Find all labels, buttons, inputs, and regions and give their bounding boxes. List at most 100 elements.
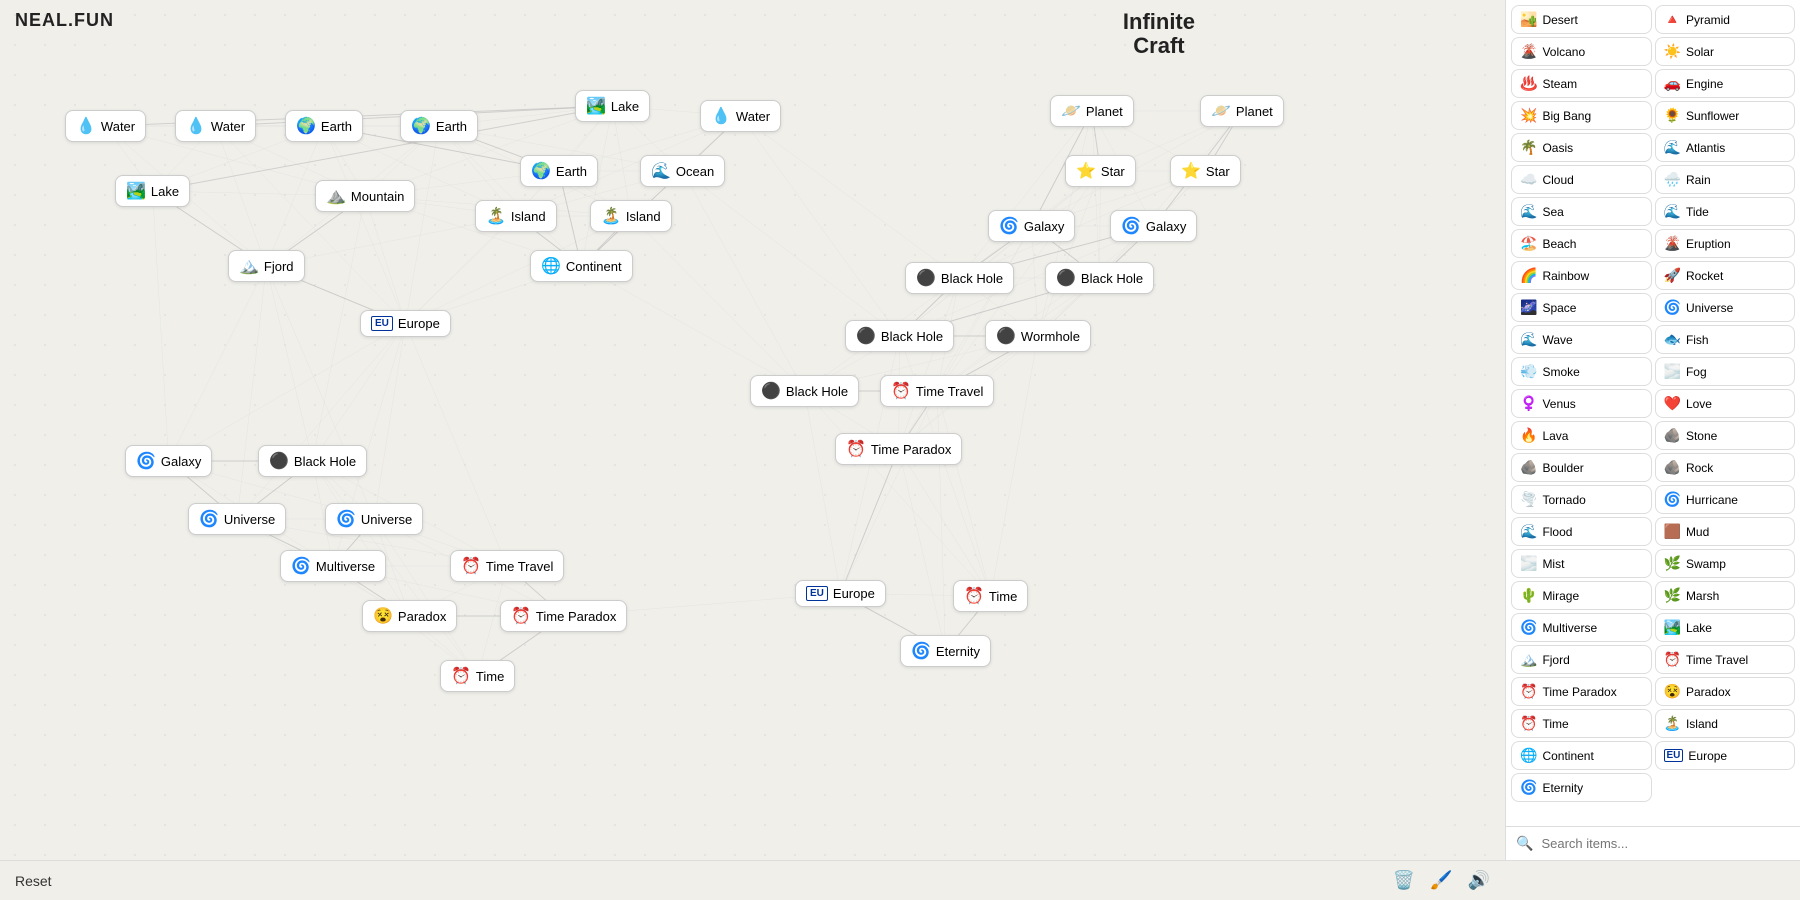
sidebar-item[interactable]: 💥Big Bang	[1511, 101, 1652, 130]
sidebar-item[interactable]: 🏜️Desert	[1511, 5, 1652, 34]
sidebar-item[interactable]: 🌿Swamp	[1655, 549, 1796, 578]
craft-node[interactable]: 🌀Universe	[188, 503, 286, 535]
sidebar-item[interactable]: 🌊Sea	[1511, 197, 1652, 226]
craft-node[interactable]: 🏔️Fjord	[228, 250, 305, 282]
craft-node[interactable]: ⚫Black Hole	[750, 375, 859, 407]
brush-icon[interactable]: 🖌️	[1430, 870, 1452, 891]
craft-node[interactable]: ⭐Star	[1170, 155, 1241, 187]
craft-node[interactable]: 💧Water	[65, 110, 146, 142]
sidebar-item[interactable]: 🏔️Fjord	[1511, 645, 1652, 674]
craft-node[interactable]: ⏰Time Paradox	[835, 433, 962, 465]
craft-node[interactable]: 🌀Galaxy	[988, 210, 1075, 242]
sidebar-item[interactable]: ☁️Cloud	[1511, 165, 1652, 194]
craft-node[interactable]: ⚫Wormhole	[985, 320, 1091, 352]
craft-node[interactable]: ⚫Black Hole	[905, 262, 1014, 294]
craft-node[interactable]: 💧Water	[700, 100, 781, 132]
craft-node[interactable]: ⏰Time	[953, 580, 1028, 612]
sidebar-item[interactable]: EUEurope	[1655, 741, 1796, 770]
craft-node[interactable]: 🌍Earth	[285, 110, 363, 142]
sidebar-item[interactable]: ♨️Steam	[1511, 69, 1652, 98]
craft-node[interactable]: 🌀Eternity	[900, 635, 991, 667]
sidebar-item[interactable]: 🪨Boulder	[1511, 453, 1652, 482]
craft-node[interactable]: 🌀Galaxy	[125, 445, 212, 477]
craft-canvas[interactable]: NEAL.FUN InfiniteCraft 💧Water💧Water🌍Eart…	[0, 0, 1505, 860]
craft-node[interactable]: ⚫Black Hole	[1045, 262, 1154, 294]
craft-node[interactable]: ⚫Black Hole	[258, 445, 367, 477]
sidebar-item[interactable]: 🌪️Tornado	[1511, 485, 1652, 514]
sidebar-item[interactable]: 🌵Mirage	[1511, 581, 1652, 610]
sidebar-item[interactable]: 💨Smoke	[1511, 357, 1652, 386]
item-icon: 🌀	[1664, 491, 1681, 508]
sidebar-item[interactable]: 🏞️Lake	[1655, 613, 1796, 642]
craft-node[interactable]: ⛰️Mountain	[315, 180, 415, 212]
sidebar-item[interactable]: 🌀Universe	[1655, 293, 1796, 322]
craft-node[interactable]: 🌀Universe	[325, 503, 423, 535]
craft-node[interactable]: 🌍Earth	[520, 155, 598, 187]
sidebar-item[interactable]: 😵Paradox	[1655, 677, 1796, 706]
sidebar-item[interactable]: 🌿Marsh	[1655, 581, 1796, 610]
sidebar-item[interactable]: ⏰Time Paradox	[1511, 677, 1652, 706]
trash-icon[interactable]: 🗑️	[1393, 870, 1415, 891]
craft-node[interactable]: ⏰Time Travel	[880, 375, 994, 407]
craft-node[interactable]: ⏰Time	[440, 660, 515, 692]
sidebar-item[interactable]: 🌊Wave	[1511, 325, 1652, 354]
sidebar-item[interactable]: 🏖️Beach	[1511, 229, 1652, 258]
sidebar-item[interactable]: 🌫️Fog	[1655, 357, 1796, 386]
sidebar-item[interactable]: 🐟Fish	[1655, 325, 1796, 354]
craft-node[interactable]: 😵Paradox	[362, 600, 457, 632]
sidebar-item[interactable]: 🌀Hurricane	[1655, 485, 1796, 514]
sidebar-item[interactable]: 🔺Pyramid	[1655, 5, 1796, 34]
craft-node[interactable]: ⚫Black Hole	[845, 320, 954, 352]
craft-node[interactable]: 🏝️Island	[590, 200, 672, 232]
craft-node[interactable]: 💧Water	[175, 110, 256, 142]
sidebar-item[interactable]: 🚀Rocket	[1655, 261, 1796, 290]
craft-node[interactable]: 🪐Planet	[1200, 95, 1284, 127]
sidebar-item[interactable]: 🌀Multiverse	[1511, 613, 1652, 642]
craft-node[interactable]: 🌍Earth	[400, 110, 478, 142]
craft-node[interactable]: 🏞️Lake	[115, 175, 190, 207]
sidebar-item[interactable]: 🪨Stone	[1655, 421, 1796, 450]
sidebar-item[interactable]: 🌊Atlantis	[1655, 133, 1796, 162]
sidebar-item[interactable]: 🚗Engine	[1655, 69, 1796, 98]
sidebar-item[interactable]: 🌋Eruption	[1655, 229, 1796, 258]
craft-node[interactable]: 🌀Galaxy	[1110, 210, 1197, 242]
craft-node[interactable]: ⏰Time Travel	[450, 550, 564, 582]
craft-node[interactable]: EUEurope	[795, 580, 886, 607]
craft-node[interactable]: 🌀Multiverse	[280, 550, 386, 582]
sidebar-item[interactable]: 🌴Oasis	[1511, 133, 1652, 162]
sidebar-item[interactable]: ❤️Love	[1655, 389, 1796, 418]
sidebar-item[interactable]: 🟫Mud	[1655, 517, 1796, 546]
reset-button[interactable]: Reset	[15, 873, 52, 889]
craft-node[interactable]: 🌊Ocean	[640, 155, 725, 187]
node-label: Time	[989, 589, 1017, 604]
sidebar-item[interactable]: ⏰Time Travel	[1655, 645, 1796, 674]
craft-node[interactable]: 🌐Continent	[530, 250, 633, 282]
sidebar-item[interactable]: 🌐Continent	[1511, 741, 1652, 770]
sidebar-item[interactable]: 🌀Eternity	[1511, 773, 1652, 802]
sidebar-item[interactable]: 🌈Rainbow	[1511, 261, 1652, 290]
craft-node[interactable]: EUEurope	[360, 310, 451, 337]
sidebar-item[interactable]: 🪨Rock	[1655, 453, 1796, 482]
sidebar-item[interactable]: 🌻Sunflower	[1655, 101, 1796, 130]
sidebar-item[interactable]: 🔥Lava	[1511, 421, 1652, 450]
sidebar-item[interactable]: 🌧️Rain	[1655, 165, 1796, 194]
craft-node[interactable]: 🏝️Island	[475, 200, 557, 232]
sidebar-item[interactable]: 🌊Flood	[1511, 517, 1652, 546]
search-bar[interactable]: 🔍	[1506, 826, 1800, 860]
craft-node[interactable]: 🏞️Lake	[575, 90, 650, 122]
craft-node[interactable]: ⭐Star	[1065, 155, 1136, 187]
search-input[interactable]	[1541, 836, 1790, 851]
sidebar-item[interactable]: 🌌Space	[1511, 293, 1652, 322]
sidebar-item[interactable]: ⏰Time	[1511, 709, 1652, 738]
node-icon: 🌍	[296, 116, 316, 136]
sidebar-item[interactable]: 🏝️Island	[1655, 709, 1796, 738]
sidebar-item[interactable]: ☀️Solar	[1655, 37, 1796, 66]
sidebar-item[interactable]: 🌊Tide	[1655, 197, 1796, 226]
sidebar-items-list[interactable]: 🏜️Desert🔺Pyramid🌋Volcano☀️Solar♨️Steam🚗E…	[1506, 0, 1800, 826]
sidebar-item[interactable]: 🌋Volcano	[1511, 37, 1652, 66]
sidebar-item[interactable]: ♀️Venus	[1511, 389, 1652, 418]
craft-node[interactable]: 🪐Planet	[1050, 95, 1134, 127]
craft-node[interactable]: ⏰Time Paradox	[500, 600, 627, 632]
sound-icon[interactable]: 🔊	[1468, 870, 1490, 891]
sidebar-item[interactable]: 🌫️Mist	[1511, 549, 1652, 578]
